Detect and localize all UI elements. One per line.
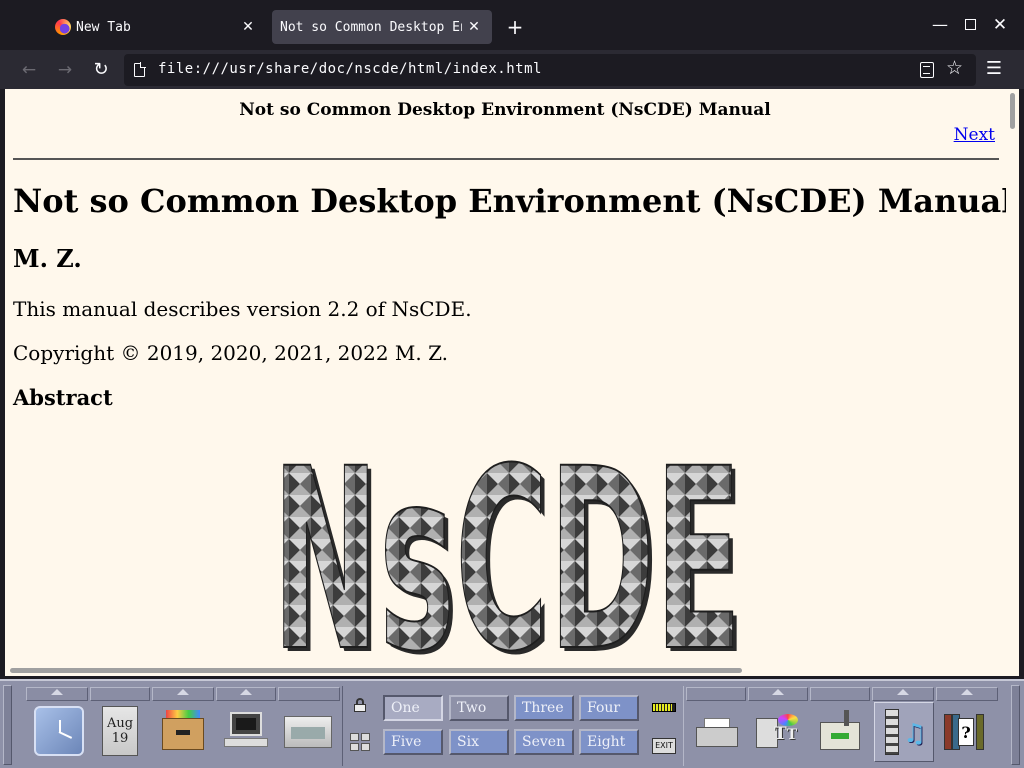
lock-icon[interactable] [354,698,366,712]
copyright-paragraph: Copyright © 2019, 2020, 2021, 2022 M. Z. [13,341,449,365]
application-manager-icon[interactable] [820,710,862,752]
calendar-month: Aug [106,716,134,731]
reload-icon[interactable]: ↻ [88,57,114,83]
terminal-icon[interactable] [224,712,268,748]
workspace-grid-icon[interactable] [350,733,370,751]
close-tab-icon[interactable]: ✕ [464,17,484,37]
calendar-icon[interactable]: Aug 19 [102,706,138,756]
page-title: Not so Common Desktop Environment (NsCDE… [13,182,1014,220]
close-tab-icon[interactable]: ✕ [238,17,258,37]
clock-icon[interactable] [34,706,84,756]
panel-handle-right[interactable] [1011,685,1020,765]
abstract-heading: Abstract [13,385,113,410]
nscde-logo: NsCDE NsCDE [271,429,746,657]
page-content: Not so Common Desktop Environment (NsCDE… [5,89,1019,676]
window-border [1019,89,1024,679]
subpanel-spacer [810,687,870,701]
logo-text: NsCDE [272,429,742,657]
window-close-icon[interactable]: ✕ [989,14,1011,36]
divider [13,158,999,160]
workspace-button-three[interactable]: Three [514,695,574,721]
style-manager-icon[interactable]: TT [752,712,802,754]
subpanel-arrow[interactable] [152,687,214,701]
next-link[interactable]: Next [954,125,995,145]
workspace-button-seven[interactable]: Seven [514,729,574,755]
mail-icon[interactable] [284,716,332,748]
new-tab-icon[interactable]: + [503,15,527,39]
workspace-button-five[interactable]: Five [383,729,443,755]
tab-nscde-manual[interactable]: Not so Common Desktop Environment (NsCDE… [272,10,492,44]
screen: New Tab ✕ Not so Common Desktop Environm… [0,0,1024,768]
calendar-day: 19 [111,731,129,746]
workspace-button-four[interactable]: Four [579,695,639,721]
subpanel-spacer [278,687,340,701]
navigation-bar: ← → ↻ file:///usr/share/doc/nscde/html/i… [0,50,1024,89]
subpanel-arrow[interactable] [872,687,934,701]
tab-label: Not so Common Desktop Environment (NsCDE… [280,19,462,35]
author: M. Z. [13,244,82,273]
tab-label: New Tab [76,19,131,35]
file-manager-icon[interactable] [162,710,204,750]
load-meter-icon [652,703,676,712]
multimedia-icon[interactable]: ♫ [874,702,934,762]
page-icon [134,62,146,77]
workspace-button-eight[interactable]: Eight [579,729,639,755]
reader-view-icon[interactable] [920,62,934,78]
firefox-icon [55,19,71,35]
url-bar[interactable]: file:///usr/share/doc/nscde/html/index.h… [124,54,976,86]
workspace-button-two[interactable]: Two [449,695,509,721]
printer-icon[interactable] [696,718,738,750]
version-paragraph: This manual describes version 2.2 of NsC… [13,297,472,321]
subpanel-spacer [686,687,746,701]
subpanel-arrow[interactable] [936,687,998,701]
subpanel-arrow[interactable] [216,687,276,701]
back-arrow-icon[interactable]: ← [16,57,42,83]
tab-new-tab[interactable]: New Tab ✕ [44,10,266,44]
hamburger-menu-icon[interactable]: ☰ [984,59,1004,79]
subpanel-arrow[interactable] [748,687,808,701]
horizontal-scrollbar-thumb[interactable] [10,668,742,673]
panel-handle-left[interactable] [3,685,12,765]
workspace-button-one[interactable]: One [383,695,443,721]
forward-arrow-icon[interactable]: → [52,57,78,83]
subpanel-spacer [90,687,150,701]
exit-button[interactable]: EXIT [652,738,676,754]
minimize-icon[interactable]: — [929,14,951,36]
tab-strip: New Tab ✕ Not so Common Desktop Environm… [0,0,1024,50]
subpanel-arrow[interactable] [26,687,88,701]
bookmark-star-icon[interactable]: ☆ [946,57,963,79]
vertical-scrollbar-thumb[interactable] [1010,93,1015,129]
navheader-title: Not so Common Desktop Environment (NsCDE… [239,100,771,120]
url-text[interactable]: file:///usr/share/doc/nscde/html/index.h… [158,61,542,77]
workspace-button-six[interactable]: Six [449,729,509,755]
vertical-scrollbar[interactable] [1006,91,1018,665]
help-icon[interactable]: ? [944,714,986,752]
maximize-icon[interactable] [959,14,981,36]
